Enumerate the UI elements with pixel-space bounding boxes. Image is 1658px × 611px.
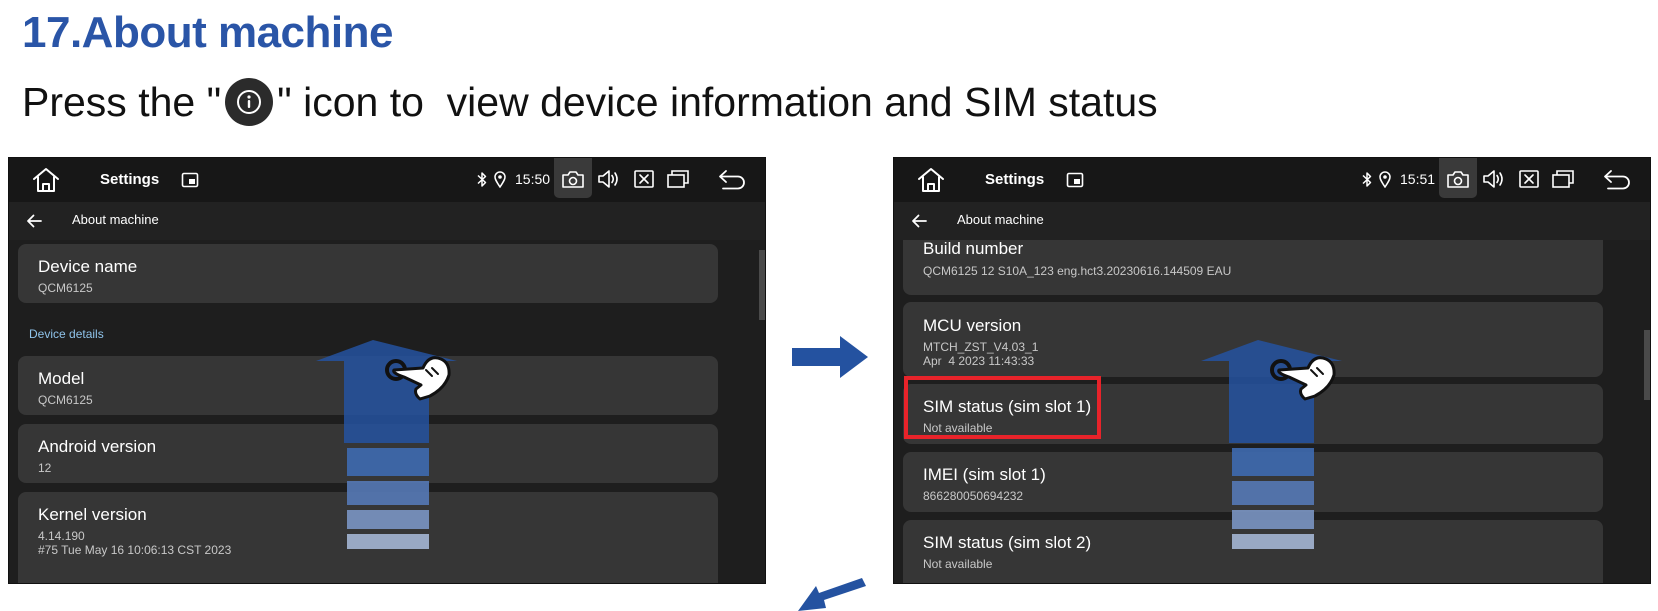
volume-icon[interactable] [1482, 168, 1506, 190]
arrow-left-icon[interactable] [910, 212, 928, 230]
list-item-build-number[interactable]: Build number QCM6125 12 S10A_123 eng.hct… [903, 240, 1603, 295]
section-label: Device details [29, 327, 104, 341]
floating-window-icon[interactable] [1066, 172, 1084, 188]
item-subtitle: QCM6125 [38, 281, 93, 295]
status-time: 15:51 [1400, 171, 1436, 187]
instruction-before: Press the " [22, 78, 222, 125]
list-item-sim-status-slot-2[interactable]: SIM status (sim slot 2) Not available [903, 520, 1603, 583]
bluetooth-icon [1361, 171, 1373, 188]
item-subtitle: Not available [923, 557, 993, 571]
item-title: Kernel version [38, 505, 147, 524]
status-bar-title: Settings [985, 171, 1045, 188]
screenshot-icon[interactable] [1446, 169, 1470, 189]
list-item-imei-slot-1[interactable]: IMEI (sim slot 1) 866280050694232 [903, 452, 1603, 512]
instruction-text: Press the " " icon to view device inform… [22, 74, 1158, 130]
status-bar: Settings 15:50 [9, 158, 765, 202]
scrollbar[interactable] [1644, 330, 1650, 400]
window-switch-icon[interactable] [666, 169, 690, 189]
status-time: 15:50 [515, 171, 551, 187]
list-item-android-version[interactable]: Android version 12 [18, 424, 718, 483]
arrow-left-icon[interactable] [25, 212, 43, 230]
section-heading: 17.About machine [22, 8, 393, 57]
home-icon[interactable] [916, 166, 946, 194]
settings-list: Build number QCM6125 12 S10A_123 eng.hct… [894, 240, 1650, 583]
window-switch-icon[interactable] [1551, 169, 1575, 189]
app-bar: About machine [9, 202, 765, 240]
instruction-after: " icon to view device information and SI… [277, 78, 1158, 125]
bluetooth-icon [476, 171, 488, 188]
item-subtitle: 866280050694232 [923, 489, 1024, 503]
location-icon [494, 171, 506, 188]
item-title: Build number [923, 240, 1024, 258]
list-item-kernel-version[interactable]: Kernel version 4.14.190 #75 Tue May 16 1… [18, 492, 718, 583]
item-subtitle: QCM6125 [38, 393, 93, 407]
back-icon[interactable] [1602, 168, 1632, 190]
location-icon [1379, 171, 1391, 188]
item-subtitle: MTCH_ZST_V4.03_1 Apr 4 2023 11:43:33 [923, 340, 1039, 368]
item-subtitle: QCM6125 12 S10A_123 eng.hct3.20230616.14… [923, 264, 1232, 278]
list-item-model[interactable]: Model QCM6125 [18, 356, 718, 415]
volume-icon[interactable] [597, 168, 621, 190]
item-subtitle: 12 [38, 461, 52, 475]
item-title: SIM status (sim slot 2) [923, 533, 1092, 552]
right-screenshot: Settings 15:51 About machine Build numbe… [893, 157, 1651, 584]
app-bar: About machine [894, 202, 1650, 240]
item-subtitle: 4.14.190 #75 Tue May 16 10:06:13 CST 202… [38, 529, 232, 557]
close-app-icon[interactable] [1518, 169, 1540, 189]
info-icon [225, 78, 274, 126]
item-title: IMEI (sim slot 1) [923, 465, 1046, 484]
continue-arrow-icon [798, 578, 866, 611]
status-bar-title: Settings [100, 171, 160, 188]
list-item-device-name[interactable]: Device name QCM6125 [18, 244, 718, 303]
floating-window-icon[interactable] [181, 172, 199, 188]
screenshot-icon[interactable] [561, 169, 585, 189]
app-bar-title: About machine [957, 212, 1044, 227]
highlight-box [904, 376, 1101, 439]
item-title: MCU version [923, 316, 1022, 335]
item-title: Device name [38, 257, 138, 276]
status-bar: Settings 15:51 [894, 158, 1650, 202]
settings-list: Device name QCM6125 Device details Model… [9, 240, 765, 583]
next-step-arrow-icon [792, 336, 868, 378]
close-app-icon[interactable] [633, 169, 655, 189]
item-title: Android version [38, 437, 157, 456]
left-screenshot: Settings 15:50 About machine Device name… [8, 157, 766, 584]
back-icon[interactable] [717, 168, 747, 190]
app-bar-title: About machine [72, 212, 159, 227]
home-icon[interactable] [31, 166, 61, 194]
scrollbar[interactable] [759, 250, 765, 320]
list-item-mcu-version[interactable]: MCU version MTCH_ZST_V4.03_1 Apr 4 2023 … [903, 302, 1603, 377]
item-title: Model [38, 369, 85, 388]
